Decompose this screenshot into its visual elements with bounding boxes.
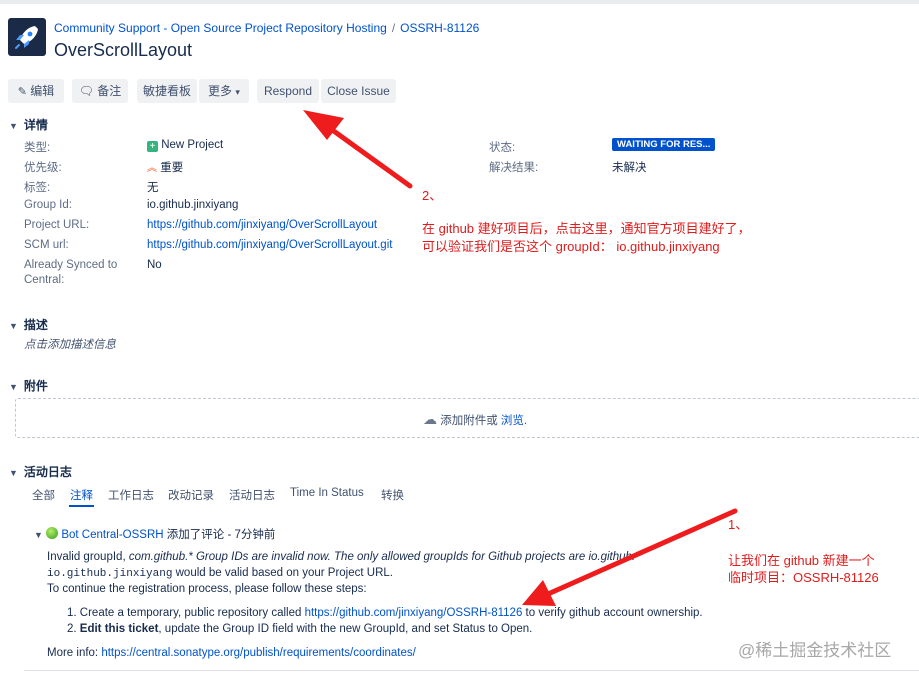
annotation-arrows — [303, 110, 738, 606]
watermark: @稀土掘金技术社区 — [738, 641, 892, 660]
annotation-arrow-2 — [303, 110, 413, 189]
annotation-arrow-1 — [522, 508, 738, 606]
